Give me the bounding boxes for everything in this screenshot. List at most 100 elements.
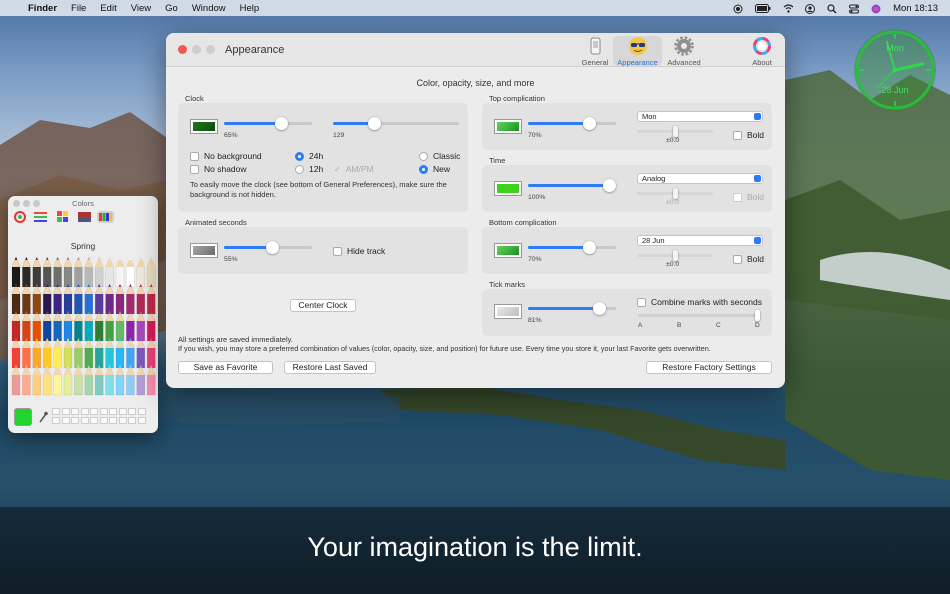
menu-window[interactable]: Window (192, 3, 226, 14)
saved-swatch[interactable] (128, 408, 136, 415)
restore-last-saved-button[interactable]: Restore Last Saved (284, 361, 376, 374)
tab-advanced[interactable]: Advanced (665, 36, 703, 67)
bottom-offset-knob[interactable] (672, 250, 678, 261)
color-palette-icon[interactable] (57, 211, 69, 223)
saved-swatch[interactable] (99, 408, 108, 415)
time-color-well[interactable] (494, 181, 522, 196)
radio-classic[interactable]: Classic (419, 151, 460, 161)
bottom-opacity-knob[interactable] (583, 241, 597, 254)
top-opacity-slider[interactable] (528, 117, 616, 130)
image-palette-icon[interactable] (78, 211, 91, 223)
ticks-opacity-slider[interactable] (528, 302, 616, 315)
seconds-opacity-knob[interactable] (265, 241, 279, 254)
tick-style-slider[interactable] (638, 310, 760, 321)
ampm-checkbox[interactable]: ✓ AM/PM (334, 164, 374, 174)
no-shadow-checkbox[interactable]: No shadow (190, 164, 247, 174)
tab-about[interactable]: About (746, 36, 778, 67)
top-bold-checkbox[interactable]: Bold (733, 130, 764, 140)
bottom-offset-slider[interactable] (637, 250, 713, 261)
minimize-button[interactable] (192, 45, 201, 54)
color-wheel-icon[interactable] (14, 211, 26, 223)
close-button[interactable] (178, 45, 187, 54)
top-color-well[interactable] (494, 119, 522, 134)
saved-swatch[interactable] (137, 417, 146, 424)
saved-swatch[interactable] (99, 417, 108, 424)
clock-opacity-slider[interactable] (224, 117, 312, 130)
clock-opacity-knob[interactable] (274, 117, 288, 130)
tab-appearance[interactable]: Appearance (613, 36, 662, 67)
search-icon[interactable] (827, 3, 837, 13)
ticks-opacity-knob[interactable] (592, 302, 606, 315)
time-style-select[interactable]: Analog (637, 173, 763, 184)
battery-icon[interactable] (755, 3, 771, 13)
bottom-color-well[interactable] (494, 243, 522, 258)
siri-icon[interactable] (871, 4, 881, 13)
menu-edit[interactable]: Edit (100, 3, 116, 14)
wifi-icon[interactable] (783, 3, 794, 13)
time-opacity-knob[interactable] (603, 179, 616, 192)
zoom-button[interactable] (206, 45, 215, 54)
seconds-color-well[interactable] (190, 243, 218, 258)
top-opacity-knob[interactable] (583, 117, 597, 130)
radio-12h[interactable]: 12h (295, 164, 323, 174)
tab-general[interactable]: General (578, 36, 612, 67)
saved-swatch[interactable] (61, 408, 70, 415)
saved-swatch[interactable] (61, 417, 70, 424)
saved-swatch[interactable] (90, 417, 98, 424)
saved-swatch[interactable] (90, 408, 98, 415)
menubar-clock[interactable]: Mon 18:13 (893, 3, 938, 14)
saved-swatch[interactable] (109, 417, 117, 424)
saved-swatch[interactable] (128, 417, 136, 424)
eyedropper-icon[interactable] (38, 411, 48, 425)
current-color-well[interactable] (14, 408, 32, 426)
hide-track-checkbox[interactable]: Hide track (333, 246, 385, 256)
bottom-bold-checkbox[interactable]: Bold (733, 254, 764, 264)
bottom-complication-select[interactable]: 28 Jun (637, 235, 763, 246)
clock-color-well[interactable] (190, 119, 218, 134)
center-clock-button[interactable]: Center Clock (290, 299, 356, 312)
saved-swatch[interactable] (80, 417, 89, 424)
clock-size-slider[interactable] (333, 117, 459, 130)
saved-swatch[interactable] (137, 408, 146, 415)
ticks-color-well[interactable] (494, 304, 522, 319)
saved-swatch[interactable] (71, 417, 79, 424)
saved-swatch[interactable] (80, 408, 89, 415)
saved-swatches-grid[interactable] (52, 408, 148, 426)
time-bold-checkbox[interactable]: Bold (733, 192, 764, 202)
desktop-clock-widget[interactable]: Mon 28 Jun (853, 28, 937, 112)
top-offset-knob[interactable] (672, 126, 678, 137)
tick-style-knob[interactable] (755, 310, 760, 321)
no-background-checkbox[interactable]: No background (190, 151, 262, 161)
saved-swatch[interactable] (118, 417, 127, 424)
time-offset-slider[interactable] (637, 188, 713, 199)
save-favorite-button[interactable]: Save as Favorite (178, 361, 273, 374)
top-offset-slider[interactable] (637, 126, 713, 137)
menu-file[interactable]: File (71, 3, 86, 14)
crayons-icon[interactable] (97, 211, 114, 223)
control-center-icon[interactable] (849, 4, 860, 13)
checkbox-box (733, 254, 742, 264)
menu-finder[interactable]: Finder (28, 3, 57, 14)
menu-help[interactable]: Help (240, 3, 260, 14)
clock-size-knob[interactable] (368, 117, 382, 130)
top-complication-select[interactable]: Mon (637, 111, 763, 122)
seconds-opacity-slider[interactable] (224, 241, 312, 254)
combine-marks-checkbox[interactable]: Combine marks with seconds (637, 297, 762, 307)
time-opacity-slider[interactable] (528, 179, 616, 192)
saved-swatch[interactable] (52, 408, 60, 415)
restore-factory-button[interactable]: Restore Factory Settings (646, 361, 772, 374)
bottom-opacity-slider[interactable] (528, 241, 616, 254)
time-offset-knob[interactable] (672, 188, 678, 199)
menu-view[interactable]: View (131, 3, 151, 14)
menu-go[interactable]: Go (165, 3, 178, 14)
color-sliders-icon[interactable] (34, 211, 47, 223)
saved-swatch[interactable] (118, 408, 127, 415)
saved-swatch[interactable] (52, 417, 60, 424)
clock-status-icon[interactable] (733, 4, 743, 13)
pencil-grid[interactable] (11, 256, 157, 397)
saved-swatch[interactable] (71, 408, 79, 415)
saved-swatch[interactable] (109, 408, 117, 415)
radio-24h[interactable]: 24h (295, 151, 323, 161)
user-icon[interactable] (805, 3, 816, 14)
radio-new[interactable]: New (419, 164, 450, 174)
